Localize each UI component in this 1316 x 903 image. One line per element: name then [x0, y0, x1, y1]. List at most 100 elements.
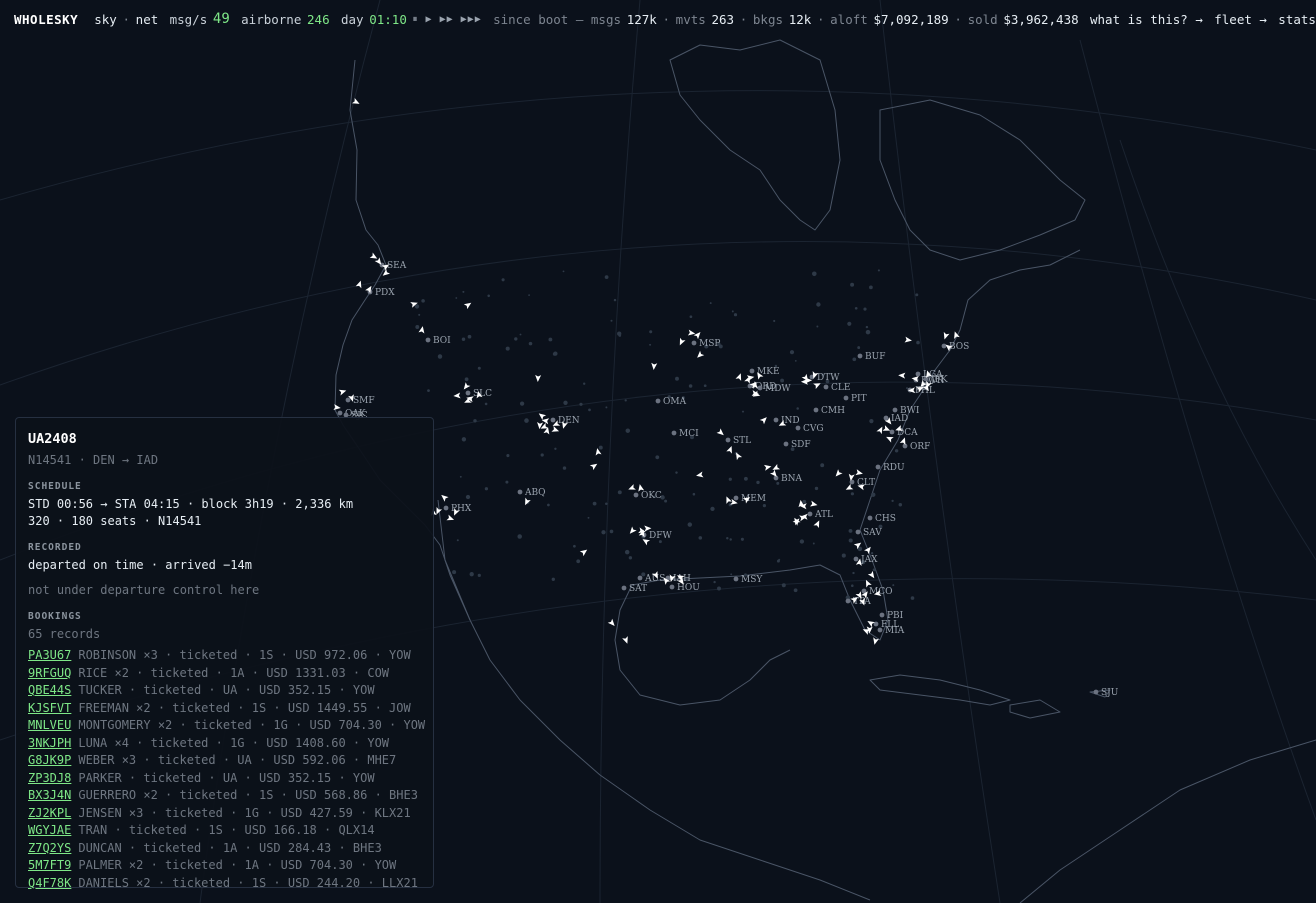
aircraft-icon[interactable]	[355, 280, 364, 289]
airport-cvg[interactable]: CVG	[795, 424, 824, 434]
aircraft-icon[interactable]	[537, 411, 547, 421]
aircraft-icon[interactable]	[696, 471, 704, 479]
aircraft-icon[interactable]	[866, 618, 875, 628]
aircraft-icon[interactable]	[439, 493, 449, 502]
aircraft-icon[interactable]	[942, 331, 950, 341]
airport-dfw[interactable]: DFW	[641, 531, 673, 541]
aircraft-icon[interactable]	[453, 392, 461, 399]
booking-pnr-link[interactable]: BX3J4N	[28, 788, 71, 802]
aircraft-icon[interactable]	[876, 425, 885, 435]
booking-pnr-link[interactable]: ZJ2KPL	[28, 806, 71, 820]
booking-pnr-link[interactable]: Q4F78K	[28, 876, 71, 890]
stats-link[interactable]: stats	[1278, 12, 1316, 27]
what-is-this-link[interactable]: what is this? →	[1090, 12, 1203, 27]
aircraft-icon[interactable]	[589, 461, 599, 471]
booking-pnr-link[interactable]: G8JK9P	[28, 753, 71, 767]
booking-pnr-link[interactable]: Z7Q2YS	[28, 841, 71, 855]
booking-pnr-link[interactable]: QBE44S	[28, 683, 71, 697]
airport-oma[interactable]: OMA	[655, 397, 687, 407]
aircraft-icon[interactable]	[627, 484, 636, 492]
booking-pnr-link[interactable]: PA3U67	[28, 648, 71, 662]
aircraft-icon[interactable]	[535, 374, 542, 382]
booking-pnr-link[interactable]: MNLVEU	[28, 718, 71, 732]
aircraft-icon[interactable]	[418, 326, 425, 334]
booking-pnr-link[interactable]: ZP3DJ8	[28, 771, 71, 785]
booking-pnr-link[interactable]: KJSFVT	[28, 701, 71, 715]
aircraft-icon[interactable]	[813, 519, 821, 529]
airport-chs[interactable]: CHS	[867, 514, 896, 524]
aircraft-icon[interactable]	[651, 362, 658, 370]
airport-abq[interactable]: ABQ	[517, 488, 546, 498]
airport-sju[interactable]: SJU	[1093, 688, 1119, 698]
traffic-dot	[789, 350, 795, 355]
fleet-link[interactable]: fleet →	[1214, 12, 1267, 27]
aircraft-icon[interactable]	[369, 252, 379, 262]
aircraft-icon[interactable]	[579, 547, 589, 557]
aircraft-icon[interactable]	[885, 434, 894, 443]
aircraft-icon[interactable]	[687, 329, 696, 337]
airport-ind[interactable]: IND	[773, 416, 800, 426]
airport-pit[interactable]: PIT	[843, 394, 867, 404]
aircraft-icon[interactable]	[844, 483, 854, 493]
airport-cmh[interactable]: CMH	[813, 406, 846, 416]
airport-label: MIA	[885, 626, 905, 636]
aircraft-icon[interactable]	[759, 415, 769, 425]
aircraft-icon[interactable]	[693, 330, 703, 340]
aircraft-icon[interactable]	[904, 336, 913, 344]
aircraft-icon[interactable]	[716, 428, 726, 437]
airport-cle[interactable]: CLE	[823, 383, 851, 393]
airport-okc[interactable]: OKC	[633, 491, 662, 501]
booking-pnr-link[interactable]: 9RFGUQ	[28, 666, 71, 680]
aircraft-icon[interactable]	[733, 451, 743, 461]
aircraft-icon[interactable]	[771, 463, 781, 473]
airport-mci[interactable]: MCI	[671, 429, 700, 439]
traffic-dot	[729, 538, 732, 541]
aircraft-icon[interactable]	[461, 382, 471, 391]
airport-phx[interactable]: PHX	[443, 504, 472, 514]
aircraft-icon[interactable]	[735, 372, 744, 381]
aircraft-icon[interactable]	[810, 500, 818, 508]
airport-bos[interactable]: BOS	[941, 342, 970, 352]
airport-sat[interactable]: SAT	[621, 584, 648, 594]
airport-orf[interactable]: ORF	[902, 442, 931, 452]
airport-boi[interactable]: BOI	[425, 336, 452, 346]
aircraft-icon[interactable]	[607, 618, 617, 628]
airport-stl[interactable]: STL	[725, 436, 752, 446]
airport-sdf[interactable]: SDF	[783, 440, 811, 450]
airport-hou[interactable]: HOU	[669, 583, 701, 593]
airport-sav[interactable]: SAV	[855, 528, 883, 538]
aircraft-icon[interactable]	[867, 570, 877, 580]
booking-pnr-link[interactable]: WGYJAE	[28, 823, 71, 837]
aircraft-icon[interactable]	[833, 469, 843, 478]
aircraft-icon[interactable]	[763, 463, 772, 471]
airport-buf[interactable]: BUF	[857, 352, 886, 362]
aircraft-icon[interactable]	[792, 516, 801, 526]
aircraft-icon[interactable]	[446, 514, 455, 523]
airport-msp[interactable]: MSP	[691, 339, 721, 349]
airport-dca[interactable]: DCA	[889, 428, 919, 438]
airport-markers[interactable]: SEAPDXBOISMFSLCDENPHXABQOKCDFWAUSSATIAHH…	[337, 261, 1119, 698]
traffic-dot	[857, 346, 861, 350]
aircraft-icon[interactable]	[898, 372, 906, 379]
nav-sky[interactable]: sky	[94, 12, 117, 27]
aircraft-icon[interactable]	[551, 426, 560, 434]
aircraft-icon[interactable]	[463, 300, 473, 310]
booking-pnr-link[interactable]: 3NKJPH	[28, 736, 71, 750]
aircraft-icon[interactable]	[628, 526, 637, 535]
airport-mem[interactable]: MEM	[733, 494, 766, 504]
airport-atl[interactable]: ATL	[807, 510, 833, 520]
aircraft-icon[interactable]	[522, 497, 531, 507]
booking-pnr-link[interactable]: 5M7FT9	[28, 858, 71, 872]
brand-logo[interactable]: WHOLESKY	[14, 12, 78, 27]
nav-net[interactable]: net	[136, 12, 159, 27]
aircraft-icon[interactable]	[338, 388, 347, 396]
aircraft-icon[interactable]	[726, 445, 734, 454]
traffic-dot	[465, 494, 471, 500]
airport-mke[interactable]: MKE	[749, 367, 780, 377]
playback-controls[interactable]: ⏸ ▶ ▶▶ ▶▶▶	[413, 14, 482, 25]
aircraft-icon[interactable]	[724, 495, 732, 504]
aircraft-icon[interactable]	[855, 469, 863, 476]
aircraft-icon[interactable]	[622, 636, 630, 645]
aircraft-icon[interactable]	[695, 350, 705, 360]
aircraft-icon[interactable]	[677, 337, 686, 347]
